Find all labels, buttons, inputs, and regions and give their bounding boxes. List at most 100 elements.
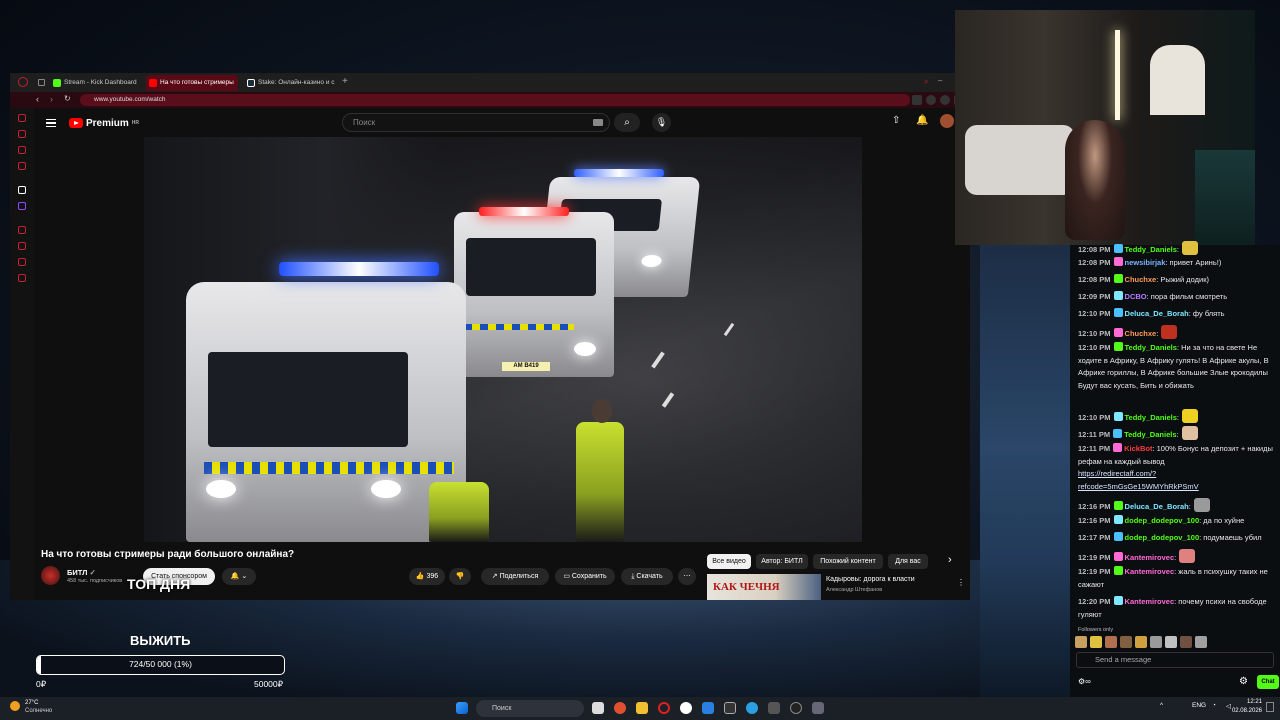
upload-icon[interactable]: ⇧ (892, 115, 900, 126)
tab-stake[interactable]: Stake: Онлайн-казино и с (244, 75, 336, 91)
minimize-icon[interactable]: – (938, 76, 942, 85)
chat-username[interactable]: Kantemirovec (1125, 567, 1175, 576)
app-icon[interactable] (702, 702, 714, 714)
taskview-icon[interactable] (592, 702, 604, 714)
chip-all[interactable]: Все видео (707, 554, 751, 569)
url-input[interactable]: www.youtube.com/watch (80, 94, 910, 106)
settings-icon[interactable] (18, 274, 26, 282)
like-button[interactable]: 👍 396 (409, 568, 445, 585)
emote-icon[interactable] (1150, 636, 1162, 648)
emote-icon[interactable] (1120, 636, 1132, 648)
channel-avatar[interactable] (41, 566, 60, 585)
sidebar-app-icon[interactable] (18, 146, 26, 154)
wifi-icon[interactable]: ◔ (1212, 702, 1216, 709)
tab-kick-dashboard[interactable]: Stream - Kick Dashboard (50, 75, 142, 91)
subscribed-button[interactable]: 🔔 ⌄ (222, 568, 256, 585)
chat-username[interactable]: dodep_dodepov_100 (1125, 533, 1200, 542)
extension-icon[interactable] (940, 95, 950, 105)
menu-icon[interactable] (46, 119, 56, 127)
clock-time[interactable]: 12:21 (1228, 699, 1262, 705)
chat-link[interactable]: https://redirectaff.com/?refcode=5mGsGe1… (1078, 469, 1199, 491)
language-indicator[interactable]: ENG (1192, 702, 1206, 709)
chip-similar[interactable]: Похожий контент (813, 554, 883, 569)
chat-input[interactable]: Send a message (1076, 652, 1274, 668)
explorer-icon[interactable] (636, 702, 648, 714)
chat-username[interactable]: Kantemirovec (1125, 553, 1175, 562)
notification-icon[interactable] (1266, 702, 1274, 712)
emote-icon[interactable] (1165, 636, 1177, 648)
sidebar-app-icon[interactable] (18, 114, 26, 122)
reload-icon[interactable]: ↻ (64, 94, 71, 103)
clock-date[interactable]: 02.08.2026 (1228, 708, 1262, 714)
chat-username[interactable]: DCBO (1125, 292, 1147, 301)
emote-icon[interactable] (1135, 636, 1147, 648)
chat-username[interactable]: Deluca_De_Borah (1125, 309, 1189, 318)
tray-chevron-icon[interactable]: ^ (1160, 702, 1163, 709)
notifications-icon[interactable]: 🔔 (916, 115, 928, 126)
chat-username[interactable]: newsibirjak (1125, 258, 1166, 267)
dislike-button[interactable]: 👎 (449, 568, 471, 585)
taskbar-search[interactable]: Поиск (476, 700, 584, 717)
more-icon[interactable]: ⋮ (957, 578, 965, 587)
back-icon[interactable]: ‹ (36, 94, 39, 104)
start-icon[interactable] (456, 702, 468, 714)
emote-icon[interactable] (1090, 636, 1102, 648)
yandex-icon[interactable] (680, 702, 692, 714)
settings-icon[interactable]: ⚙ (1239, 676, 1248, 687)
more-button[interactable]: ⋯ (678, 568, 696, 585)
new-tab-icon[interactable]: + (342, 76, 348, 87)
twitch-icon[interactable] (18, 202, 26, 210)
chevron-right-icon[interactable]: › (948, 554, 952, 566)
search-input[interactable]: Поиск (342, 113, 610, 132)
chat-username[interactable]: Chuchxe (1125, 275, 1157, 284)
sidebar-app-icon[interactable] (18, 226, 26, 234)
opera-icon[interactable] (658, 702, 670, 714)
emote-icon[interactable] (1105, 636, 1117, 648)
tabs-icon[interactable] (38, 79, 45, 86)
extension-icon[interactable] (912, 95, 922, 105)
recommended-video[interactable]: КАК ЧЕЧНЯ Кадыровы: дорога к власти Алек… (707, 574, 970, 600)
share-button[interactable]: ↗ Поделиться (481, 568, 549, 585)
extension-icon[interactable] (926, 95, 936, 105)
tab-youtube[interactable]: На что готовы стримеры (146, 75, 238, 91)
download-button[interactable]: ⤓ Скачать (621, 568, 673, 585)
channel-name[interactable]: БИТЛ ✓ (67, 568, 96, 577)
save-button[interactable]: ▭ Сохранить (555, 568, 615, 585)
voice-search-button[interactable]: 🎙 (652, 113, 671, 132)
chat-username[interactable]: Teddy_Daniels (1125, 245, 1177, 254)
search-button[interactable]: ⌕ (614, 113, 640, 132)
chat-tools-icon[interactable]: ⚙∞ (1078, 677, 1091, 686)
opera-icon[interactable] (18, 77, 28, 87)
emote-icon[interactable] (1180, 636, 1192, 648)
sidebar-app-icon[interactable] (18, 258, 26, 266)
youtube-logo[interactable]: Premium HR (69, 117, 139, 129)
keyboard-icon[interactable] (593, 119, 603, 126)
chat-username[interactable]: Deluca_De_Borah (1125, 502, 1189, 511)
app-icon[interactable] (768, 702, 780, 714)
sidebar-app-icon[interactable] (18, 130, 26, 138)
sidebar-app-icon[interactable] (18, 186, 26, 194)
chat-username[interactable]: KickBot (1124, 444, 1152, 453)
emote-icon[interactable] (1195, 636, 1207, 648)
sidebar-app-icon[interactable] (18, 242, 26, 250)
chat-username[interactable]: Chuchxe (1125, 329, 1157, 338)
obs-icon[interactable] (790, 702, 802, 714)
app-icon[interactable] (724, 702, 736, 714)
sidebar-app-icon[interactable] (18, 162, 26, 170)
chat-send-button[interactable]: Chat (1257, 675, 1279, 689)
chip-author[interactable]: Автор: БИТЛ (756, 554, 808, 569)
emote-icon[interactable] (1075, 636, 1087, 648)
telegram-icon[interactable] (746, 702, 758, 714)
weather-icon[interactable] (10, 701, 20, 711)
chat-username[interactable]: dodep_dodepov_100 (1125, 516, 1200, 525)
chat-username[interactable]: Teddy_Daniels (1124, 430, 1176, 439)
app-icon[interactable] (614, 702, 626, 714)
chat-username[interactable]: Kantemirovec (1125, 597, 1175, 606)
chat-username[interactable]: Teddy_Daniels (1125, 413, 1177, 422)
chat-username[interactable]: Teddy_Daniels (1125, 343, 1177, 352)
search-tabs-icon[interactable]: ⌕ (924, 77, 928, 87)
forward-icon[interactable]: › (50, 94, 53, 104)
avatar[interactable] (940, 114, 954, 128)
chip-for-you[interactable]: Для вас (888, 554, 928, 569)
video-player[interactable]: AM B419 (144, 137, 862, 542)
